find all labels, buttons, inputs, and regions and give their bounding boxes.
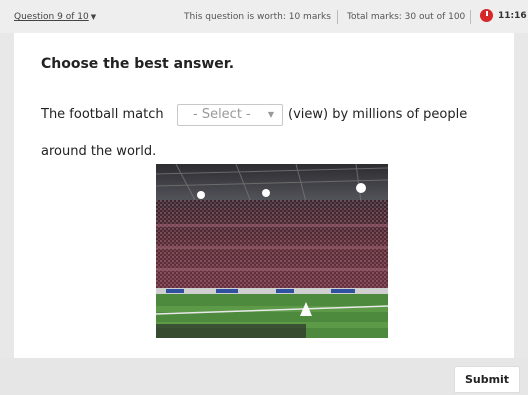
question-instruction: Choose the best answer.	[41, 56, 235, 72]
answer-select[interactable]: - Select - ▼	[177, 104, 283, 126]
submit-button[interactable]: Submit	[454, 366, 520, 393]
question-text-after: (view) by millions of people	[288, 107, 468, 122]
stadium-photo	[156, 164, 388, 338]
top-bar: Question 9 of 10 ▼ This question is worth…	[0, 0, 528, 33]
question-card: Choose the best answer. The football mat…	[14, 33, 514, 358]
caret-down-icon[interactable]: ▼	[91, 13, 96, 21]
question-selector[interactable]: Question 9 of 10 ▼	[14, 12, 96, 22]
divider	[470, 10, 471, 24]
question-selector-label[interactable]: Question 9 of 10	[14, 12, 89, 22]
chevron-down-icon[interactable]: ▼	[268, 105, 274, 125]
timer: 11:16	[480, 9, 527, 22]
question-worth: This question is worth: 10 marks	[184, 12, 331, 22]
timer-value: 11:16	[498, 10, 527, 21]
select-placeholder[interactable]: - Select -	[193, 107, 251, 122]
clock-icon	[480, 9, 493, 22]
question-text-line2: around the world.	[41, 144, 157, 159]
total-marks: Total marks: 30 out of 100	[347, 12, 466, 22]
divider	[337, 10, 338, 24]
footer-bar	[0, 358, 528, 395]
question-text-before: The football match	[41, 107, 164, 122]
